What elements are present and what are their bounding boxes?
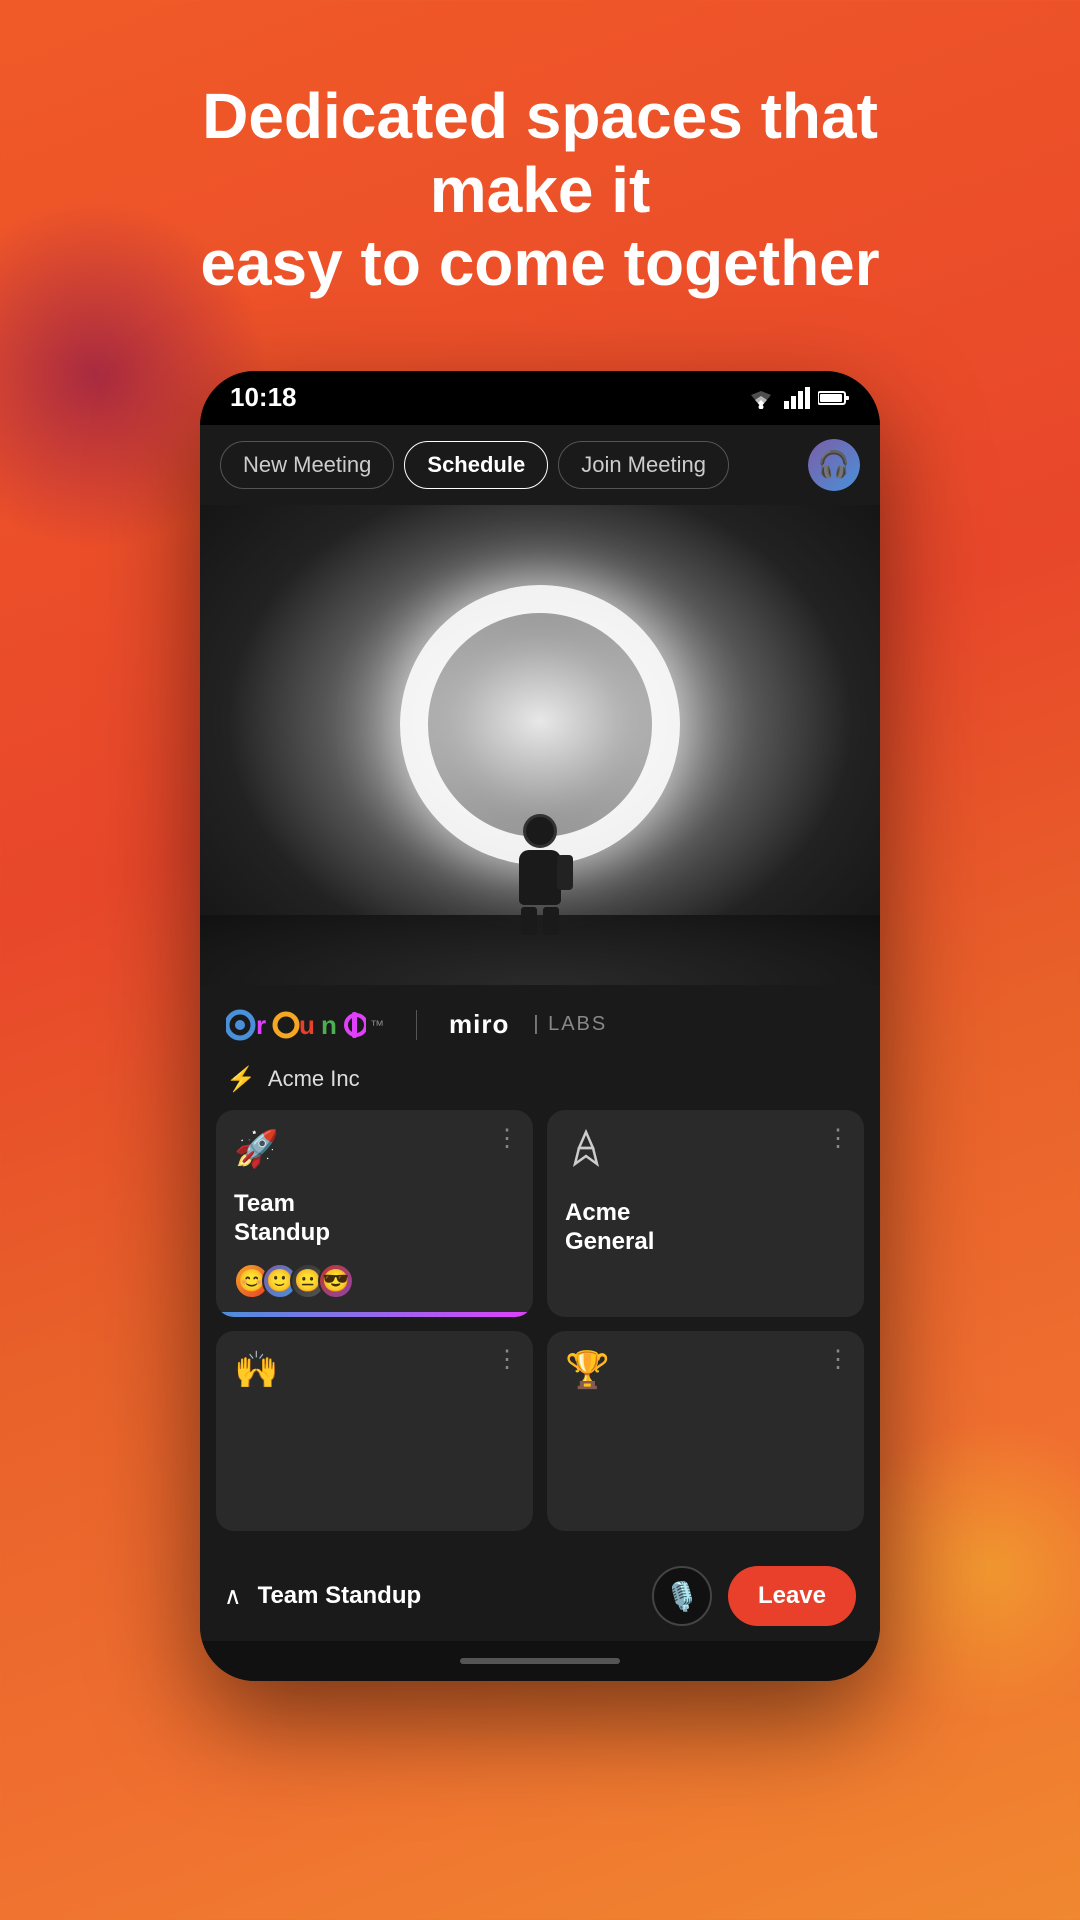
new-meeting-button[interactable]: New Meeting (220, 441, 394, 489)
room-card-4[interactable]: ⋮ 🏆 (547, 1331, 864, 1531)
room-avatar-4: 😎 (318, 1263, 354, 1299)
phone-frame: 10:18 New Meet (200, 371, 880, 1682)
hero-astronaut (495, 814, 585, 935)
trademark-mark: ™ (370, 1017, 384, 1033)
svg-text:n: n (321, 1010, 337, 1040)
room-emoji-4: 🏆 (565, 1349, 846, 1391)
mic-icon: 🎙️ (665, 1580, 700, 1613)
wifi-icon (746, 387, 776, 409)
room-emoji-3: 🙌 (234, 1349, 515, 1391)
schedule-button[interactable]: Schedule (404, 441, 548, 489)
room-name-team-standup: TeamStandup (234, 1190, 515, 1248)
rooms-grid: ⋮ 🚀 TeamStandup 😊 🙂 😐 😎 ⋮ AcmeGeneral (200, 1110, 880, 1552)
avatar-emoji: 🎧 (818, 449, 850, 480)
join-meeting-button[interactable]: Join Meeting (558, 441, 729, 489)
mic-button[interactable]: 🎙️ (652, 1566, 712, 1626)
room-name-acme-general: AcmeGeneral (565, 1199, 846, 1257)
battery-icon (818, 389, 850, 407)
room-menu-4[interactable]: ⋮ (826, 1345, 850, 1374)
chevron-up-icon[interactable]: ∧ (224, 1582, 242, 1611)
room-menu-3[interactable]: ⋮ (495, 1345, 519, 1374)
astronaut-legs (521, 907, 559, 935)
miro-label: miro (449, 1009, 509, 1040)
room-emoji-team-standup: 🚀 (234, 1128, 515, 1170)
nav-bar: New Meeting Schedule Join Meeting 🎧 (200, 425, 880, 505)
workspace-label: ⚡ Acme Inc (200, 1057, 880, 1110)
acme-logo (565, 1128, 607, 1170)
brand-bar: r u n ™ miro | LABS (200, 985, 880, 1057)
workspace-icon: ⚡ (226, 1065, 256, 1094)
bottom-bar: ∧ Team Standup 🎙️ Leave (200, 1551, 880, 1641)
around-logo: r u n ™ (226, 1007, 384, 1043)
user-avatar[interactable]: 🎧 (808, 439, 860, 491)
hero-image (200, 505, 880, 985)
svg-text:u: u (299, 1010, 315, 1040)
astronaut-pack (557, 855, 573, 890)
astronaut-head (523, 814, 557, 848)
room-emoji-acme-general (565, 1128, 846, 1179)
workspace-name: Acme Inc (268, 1066, 360, 1092)
labs-label: | LABS (533, 1013, 607, 1036)
brand-divider (416, 1010, 417, 1040)
status-icons (746, 387, 850, 409)
home-indicator (200, 1641, 880, 1681)
room-card-acme-general[interactable]: ⋮ AcmeGeneral (547, 1110, 864, 1318)
current-room-label: Team Standup (258, 1582, 636, 1610)
leave-button[interactable]: Leave (728, 1566, 856, 1626)
room-avatars-team-standup: 😊 🙂 😐 😎 (234, 1263, 515, 1299)
room-card-3[interactable]: ⋮ 🙌 (216, 1331, 533, 1531)
status-time: 10:18 (230, 382, 297, 413)
astronaut-body (519, 850, 561, 905)
home-bar (460, 1658, 620, 1664)
signal-icon (784, 387, 810, 409)
around-logo-svg: r u n (226, 1007, 366, 1043)
active-line-team-standup (216, 1312, 533, 1317)
status-bar: 10:18 (200, 371, 880, 425)
headline: Dedicated spaces that make it easy to co… (130, 80, 950, 301)
room-card-team-standup[interactable]: ⋮ 🚀 TeamStandup 😊 🙂 😐 😎 (216, 1110, 533, 1318)
svg-text:r: r (256, 1010, 266, 1040)
room-menu-acme-general[interactable]: ⋮ (826, 1124, 850, 1153)
room-menu-team-standup[interactable]: ⋮ (495, 1124, 519, 1153)
